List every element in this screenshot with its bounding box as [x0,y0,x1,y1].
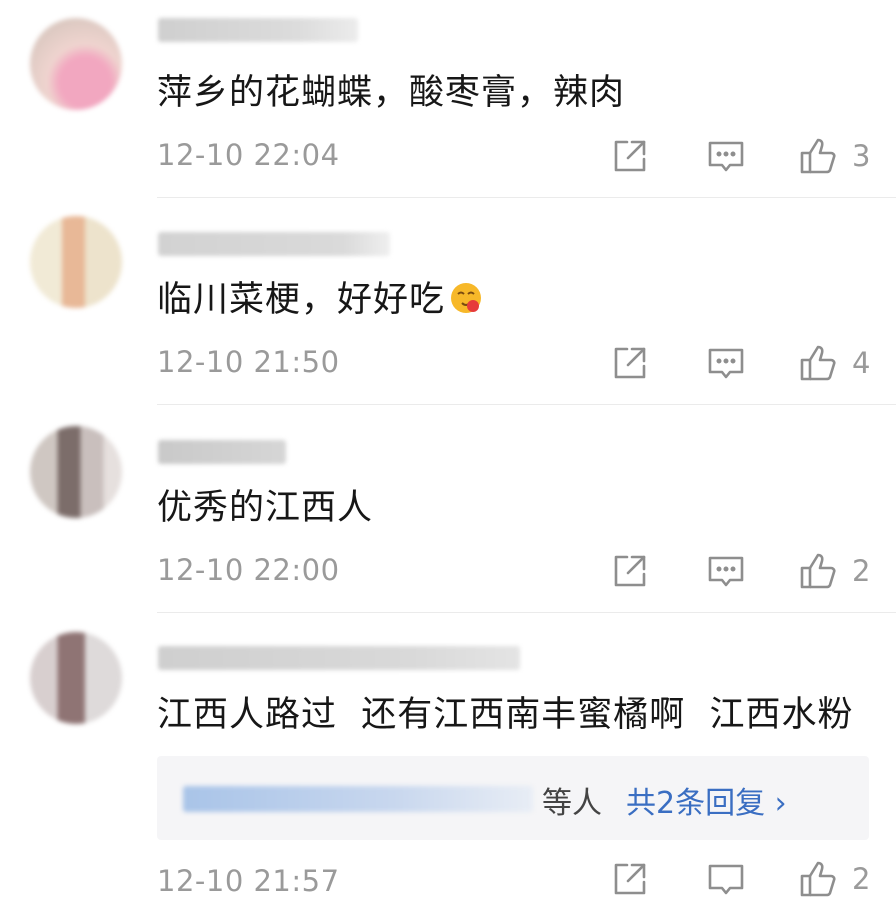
thumbs-up-icon [800,861,836,897]
share-icon [614,555,646,587]
like-button[interactable]: 4 [798,343,870,383]
share-icon [614,863,646,895]
thumbs-up-icon [800,138,836,174]
replies-preview[interactable]: 等人 共2条回复 › [157,756,869,840]
avatar[interactable] [30,632,122,724]
comment-icon [708,348,744,379]
comment-text: 优秀的江西人 [157,488,374,528]
comment-time: 12-10 22:00 [157,553,340,587]
comment-icon [708,864,744,895]
like-count: 2 [852,554,871,588]
divider [157,404,896,405]
reply-button[interactable] [706,136,746,176]
divider [157,612,896,613]
share-icon [614,347,646,379]
share-button[interactable] [610,859,650,899]
view-replies-link[interactable]: 共2条回复 › [626,778,787,822]
like-button[interactable]: 2 [798,859,870,899]
avatar[interactable] [30,18,122,110]
comment-text: 临川菜梗，好好吃 [157,278,483,322]
thumbs-up-icon [800,345,836,381]
username[interactable] [158,232,390,256]
comment-icon [708,556,744,587]
comment-icon [708,141,744,172]
reply-button[interactable] [706,551,746,591]
like-button[interactable]: 2 [798,551,870,591]
reply-usernames [183,786,533,812]
share-button[interactable] [610,551,650,591]
username[interactable] [158,18,358,42]
like-count: 3 [852,139,871,173]
share-button[interactable] [610,136,650,176]
like-button[interactable]: 3 [798,136,870,176]
thumbs-up-icon [800,553,836,589]
comment-text: 江西人路过 还有江西南丰蜜橘啊 江西水粉 [157,695,854,735]
share-icon [614,140,646,172]
divider [157,197,896,198]
comment-time: 12-10 21:50 [157,345,340,379]
reply-button[interactable] [706,343,746,383]
avatar[interactable] [30,426,122,518]
avatar[interactable] [30,216,122,308]
face-emoji [451,283,482,313]
comment-text: 萍乡的花蝴蝶，酸枣膏，辣肉 [157,73,626,113]
username[interactable] [158,440,286,464]
like-count: 4 [852,346,871,380]
comment-time: 12-10 21:57 [157,864,340,898]
reply-button[interactable] [706,859,746,899]
reply-users-suffix: 等人 [542,786,602,821]
like-count: 2 [852,862,871,896]
share-button[interactable] [610,343,650,383]
comment-time: 12-10 22:04 [157,138,340,172]
comment-text-content: 临川菜梗，好好吃 [157,280,446,320]
username[interactable] [158,646,520,670]
